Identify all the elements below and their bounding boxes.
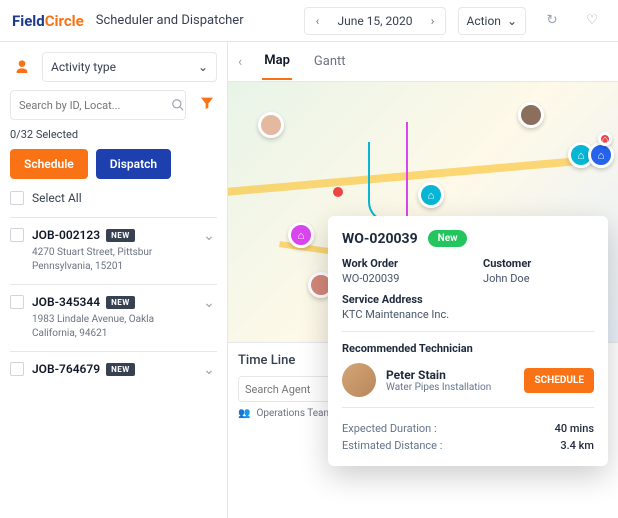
back-button[interactable]: ‹ [238,54,242,70]
tab-map[interactable]: Map [262,43,292,80]
action-label: Action [467,14,501,28]
chevron-down-icon[interactable]: ⌄ [201,362,217,378]
page-title: Scheduler and Dispatcher [96,13,293,28]
chevron-down-icon: ⌄ [198,60,208,74]
job-checkbox[interactable] [10,228,24,242]
current-date: June 15, 2020 [329,14,420,28]
technician-name: Peter Stain [386,368,514,382]
wo-value: WO-020039 [342,272,453,285]
job-list: JOB-002123 NEW 4270 Stuart Street, Pitts… [10,217,217,388]
schedule-technician-button[interactable]: SCHEDULE [524,368,594,393]
alert-pin[interactable] [598,132,612,146]
job-checkbox[interactable] [10,362,24,376]
duration-value: 40 mins [555,422,594,435]
header: FieldCircle Scheduler and Dispatcher ‹ J… [0,0,618,42]
date-navigator: ‹ June 15, 2020 › [304,7,445,35]
team-label: Operations Team [256,408,332,419]
duration-label: Expected Duration : [342,422,437,435]
job-item[interactable]: JOB-002123 NEW 4270 Stuart Street, Pitts… [10,217,217,284]
logo-circle: Circle [45,12,84,30]
address-label: Service Address [342,293,594,306]
wo-label: Work Order [342,257,453,270]
distance-value: 3.4 km [560,439,594,452]
job-pin[interactable] [288,222,314,248]
technician-pin[interactable] [518,102,544,128]
tab-gantt[interactable]: Gantt [312,44,348,79]
status-badge: New [428,230,468,247]
new-badge: NEW [106,296,135,309]
job-checkbox[interactable] [10,295,24,309]
next-date-button[interactable]: › [421,8,445,34]
person-pin-icon[interactable] [10,55,34,79]
job-address: 4270 Stuart Street, Pittsbur Pennsylvani… [32,246,193,274]
search-icon[interactable] [171,97,185,116]
new-badge: NEW [106,363,135,376]
prev-date-button[interactable]: ‹ [305,8,329,34]
technician-pin[interactable] [258,112,284,138]
job-id: JOB-764679 [32,362,100,376]
hint-button[interactable]: ♡ [578,7,606,35]
chevron-down-icon[interactable]: ⌄ [201,295,217,341]
job-pin[interactable] [418,182,444,208]
chevron-down-icon[interactable]: ⌄ [201,228,217,274]
job-item[interactable]: JOB-764679 NEW ⌄ [10,351,217,388]
job-address: 1983 Lindale Avenue, Oakla California, 9… [32,313,193,341]
team-icon: 👥 [238,408,250,419]
job-pin[interactable] [588,142,614,168]
job-item[interactable]: JOB-345344 NEW 1983 Lindale Avenue, Oakl… [10,284,217,351]
new-badge: NEW [106,229,135,242]
distance-label: Estimated Distance : [342,439,442,452]
filter-icon[interactable] [197,95,217,115]
logo-field: Field [12,12,45,30]
activity-type-select[interactable]: Activity type ⌄ [42,52,217,82]
select-all-label: Select All [32,191,82,205]
chevron-down-icon: ⌄ [507,14,517,28]
technician-avatar [342,363,376,397]
job-id: JOB-002123 [32,228,100,242]
view-tabs: ‹ Map Gantt [228,42,618,82]
job-id: JOB-345344 [32,295,100,309]
customer-label: Customer [483,257,594,270]
popup-wo-id: WO-020039 [342,231,418,247]
refresh-button[interactable]: ↻ [538,7,566,35]
location-dot [333,187,343,197]
technician-role: Water Pipes Installation [386,382,514,393]
action-dropdown[interactable]: Action ⌄ [458,7,527,35]
work-order-popup: WO-020039 New Work Order WO-020039 Custo… [328,216,608,466]
job-search-input[interactable] [10,90,186,120]
schedule-button[interactable]: Schedule [10,149,88,179]
dispatch-button[interactable]: Dispatch [96,149,171,179]
address-value: KTC Maintenance Inc. [342,308,594,321]
customer-value: John Doe [483,272,594,285]
recommended-label: Recommended Technician [342,342,594,355]
selected-count: 0/32 Selected [10,128,217,141]
activity-label: Activity type [51,60,116,74]
logo: FieldCircle [12,12,84,30]
sidebar: Activity type ⌄ 0/32 Selected Schedule D… [0,42,228,518]
select-all-checkbox[interactable] [10,191,24,205]
